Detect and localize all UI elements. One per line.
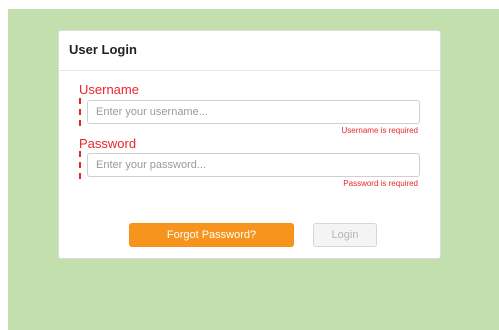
forgot-password-button[interactable]: Forgot Password?: [129, 223, 294, 247]
password-label: Password: [79, 136, 137, 151]
login-button[interactable]: Login: [313, 223, 377, 247]
password-input[interactable]: [87, 153, 420, 177]
login-title: User Login: [69, 42, 137, 57]
username-label: Username: [79, 82, 139, 97]
password-error: Password is required: [343, 179, 418, 188]
login-card: User Login Username Username is required…: [58, 30, 441, 259]
password-required-marker: [79, 151, 81, 179]
username-field-wrapper: [79, 98, 420, 126]
username-required-marker: [79, 98, 81, 126]
password-field-wrapper: [79, 151, 420, 179]
username-input[interactable]: [87, 100, 420, 124]
login-card-header: User Login: [59, 31, 440, 71]
username-error: Username is required: [341, 126, 418, 135]
